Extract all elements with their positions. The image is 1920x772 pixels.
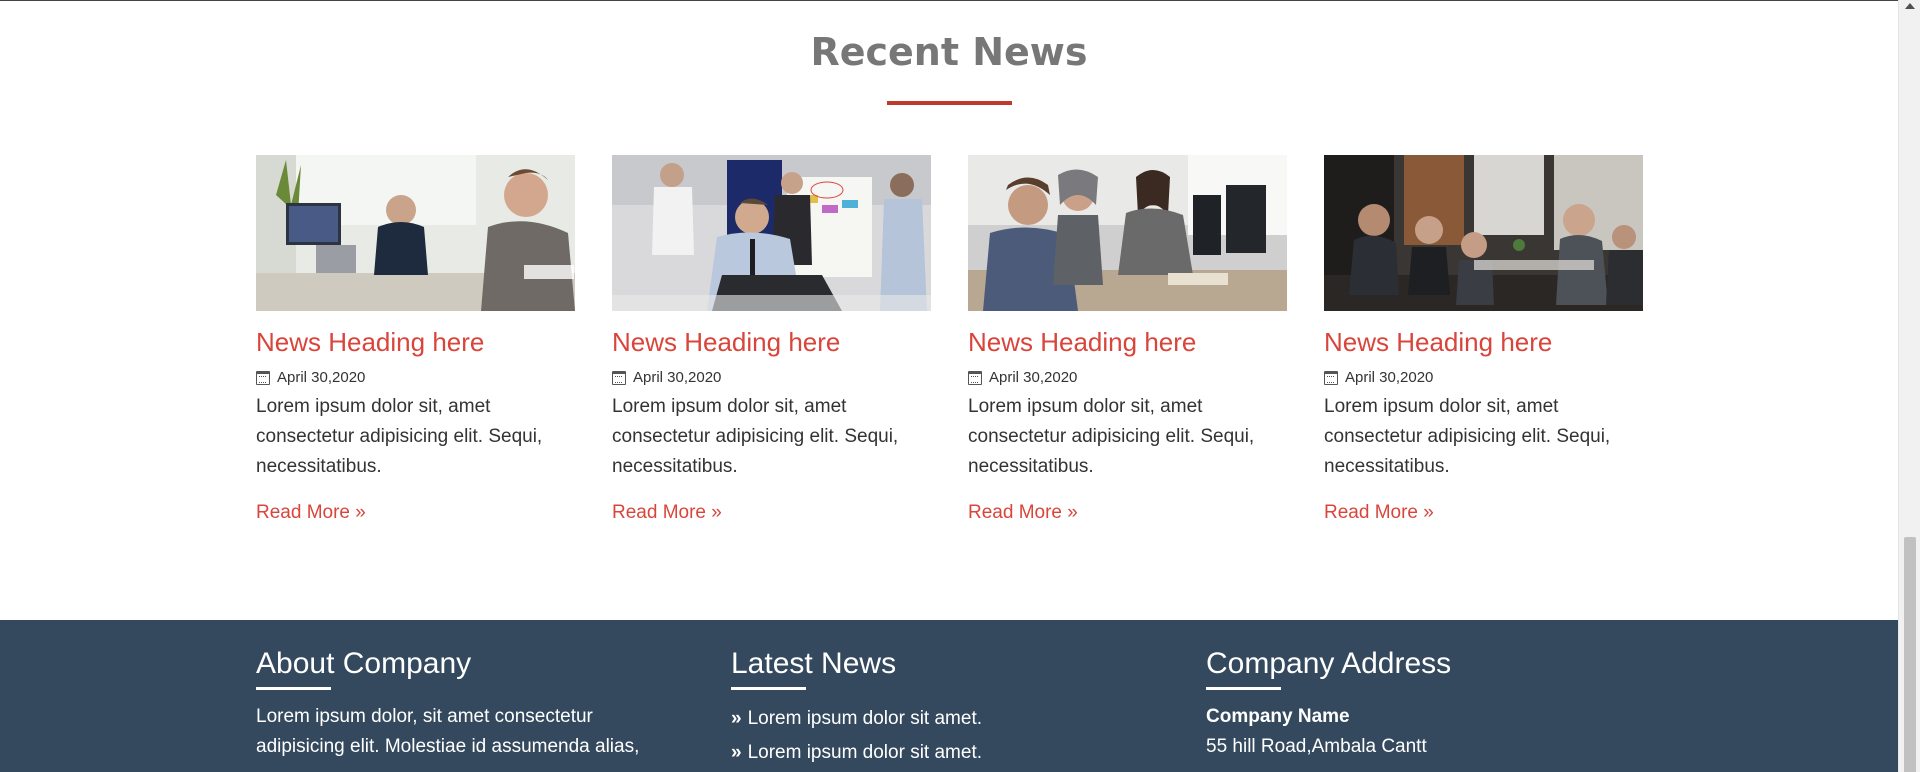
calendar-icon — [612, 370, 626, 385]
footer-news-list: » Lorem ipsum dolor sit amet. » Lorem ipsu… — [731, 702, 1161, 770]
page: Recent News News Heading here April 30,2… — [0, 0, 1898, 772]
footer-about: About Company Lorem ipsum dolor, sit ame… — [256, 620, 686, 762]
news-image — [256, 155, 575, 311]
news-excerpt: Lorem ipsum dolor sit, amet consectetur … — [256, 396, 543, 477]
news-date-text: April 30,2020 — [989, 369, 1078, 386]
news-heading[interactable]: News Heading here — [968, 325, 1287, 359]
news-heading[interactable]: News Heading here — [1324, 325, 1643, 359]
news-excerpt: Lorem ipsum dolor sit, amet consectetur … — [612, 396, 899, 477]
news-date-text: April 30,2020 — [1345, 369, 1434, 386]
news-image — [1324, 155, 1643, 311]
news-date: April 30,2020 — [256, 369, 575, 386]
footer-about-title: About Company — [256, 647, 472, 680]
news-date: April 30,2020 — [612, 369, 931, 386]
read-more-link[interactable]: Read More » — [256, 502, 366, 524]
footer-title-underline — [1206, 687, 1281, 690]
news-image — [612, 155, 931, 311]
news-date-text: April 30,2020 — [277, 369, 366, 386]
footer-news-item[interactable]: » Lorem ipsum dolor sit amet. — [731, 736, 1161, 770]
page-scrollbar[interactable] — [1898, 0, 1920, 772]
chevron-right-icon: » — [731, 708, 742, 729]
news-excerpt: Lorem ipsum dolor sit, amet consectetur … — [1324, 396, 1611, 477]
footer-news-item[interactable]: » Lorem ipsum dolor sit amet. — [731, 702, 1161, 736]
news-card: News Heading here April 30,2020 Lorem ip… — [968, 155, 1287, 524]
news-date: April 30,2020 — [1324, 369, 1643, 386]
calendar-icon — [968, 370, 982, 385]
read-more-link[interactable]: Read More » — [612, 502, 722, 524]
news-card: News Heading here April 30,2020 Lorem ip… — [1324, 155, 1643, 524]
chevron-right-icon: » — [731, 742, 742, 763]
read-more-link[interactable]: Read More » — [968, 502, 1078, 524]
news-card: News Heading here April 30,2020 Lorem ip… — [612, 155, 931, 524]
title-underline — [887, 101, 1012, 105]
news-date-text: April 30,2020 — [633, 369, 722, 386]
footer-news-item-text: Lorem ipsum dolor sit amet. — [747, 708, 982, 729]
footer-address: Company Address Company Name 55 hill Roa… — [1206, 620, 1636, 762]
footer-title-underline — [256, 687, 331, 690]
read-more-link[interactable]: Read More » — [1324, 502, 1434, 524]
recent-news-section: Recent News News Heading here April 30,2… — [0, 0, 1898, 620]
footer-latest-news: Latest News » Lorem ipsum dolor sit amet.… — [731, 620, 1161, 770]
footer-title-underline — [731, 687, 806, 690]
calendar-icon — [1324, 370, 1338, 385]
news-heading[interactable]: News Heading here — [256, 325, 575, 359]
footer-address-title: Company Address — [1206, 647, 1452, 680]
scroll-up-icon[interactable] — [1905, 3, 1915, 9]
company-name: Company Name — [1206, 706, 1350, 727]
scrollbar-thumb[interactable] — [1904, 537, 1916, 772]
news-excerpt: Lorem ipsum dolor sit, amet consectetur … — [968, 396, 1255, 477]
footer-news-item-text: Lorem ipsum dolor sit amet. — [747, 742, 982, 763]
news-heading[interactable]: News Heading here — [612, 325, 931, 359]
news-date: April 30,2020 — [968, 369, 1287, 386]
news-image — [968, 155, 1287, 311]
section-title: Recent News — [810, 30, 1088, 74]
footer-about-text: Lorem ipsum dolor, sit amet consectetur … — [256, 706, 640, 757]
footer-latest-news-title: Latest News — [731, 647, 897, 680]
address-line: 55 hill Road,Ambala Cantt — [1206, 736, 1427, 757]
news-card: News Heading here April 30,2020 Lorem ip… — [256, 155, 575, 524]
footer: About Company Lorem ipsum dolor, sit ame… — [0, 620, 1898, 772]
calendar-icon — [256, 370, 270, 385]
